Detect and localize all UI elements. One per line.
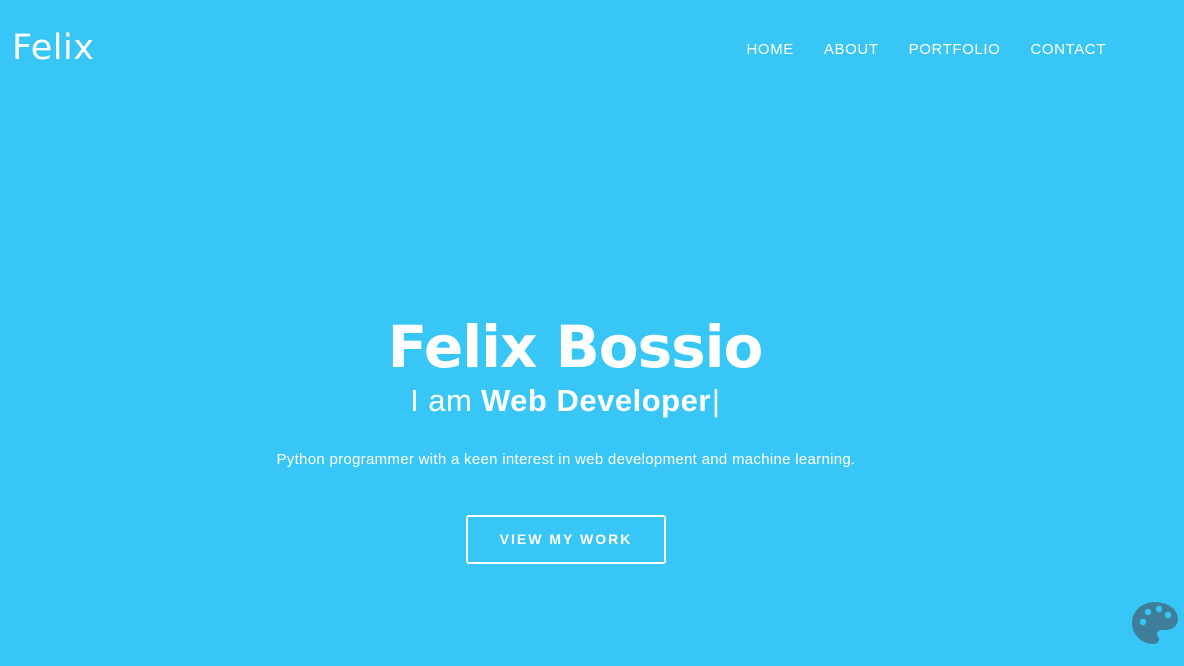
hero-subtitle: I am Web Developer| bbox=[0, 381, 1157, 421]
hero-description: Python programmer with a keen interest i… bbox=[276, 451, 856, 468]
hero-section: Felix Bossio I am Web Developer| Python … bbox=[0, 305, 1184, 564]
nav-item-home: HOME bbox=[747, 40, 794, 60]
palette-icon[interactable] bbox=[1130, 600, 1180, 650]
subtitle-role: Web Developer bbox=[480, 383, 711, 418]
nav-item-portfolio: PORTFOLIO bbox=[909, 40, 1001, 60]
subtitle-prefix: I am bbox=[410, 383, 473, 418]
palette-icon-graphic bbox=[1132, 602, 1178, 644]
nav-link-home[interactable]: HOME bbox=[747, 41, 794, 58]
typing-cursor: | bbox=[711, 383, 720, 418]
nav-links: HOME ABOUT PORTFOLIO CONTACT bbox=[747, 40, 1107, 60]
navbar: Felix HOME ABOUT PORTFOLIO CONTACT bbox=[0, 0, 1184, 98]
nav-link-portfolio[interactable]: PORTFOLIO bbox=[909, 41, 1001, 58]
nav-item-contact: CONTACT bbox=[1030, 40, 1106, 60]
view-my-work-button[interactable]: VIEW MY WORK bbox=[466, 515, 666, 564]
brand-logo[interactable]: Felix bbox=[12, 28, 94, 68]
nav-link-about[interactable]: ABOUT bbox=[824, 41, 879, 58]
hero-title: Felix Bossio bbox=[387, 313, 764, 381]
nav-item-about: ABOUT bbox=[824, 40, 879, 60]
nav-link-contact[interactable]: CONTACT bbox=[1030, 41, 1106, 58]
